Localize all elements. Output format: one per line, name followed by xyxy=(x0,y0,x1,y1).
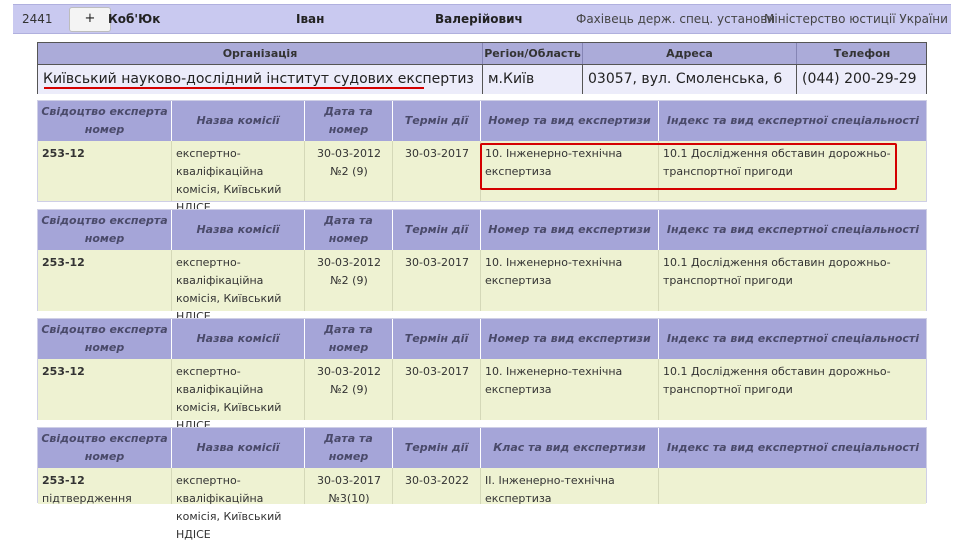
expert-ministry: Міністерство юстиції України xyxy=(764,12,948,26)
expertise-type: 10. Інженерно-технічна експертиза xyxy=(485,365,623,396)
certificate-table: Свідоцтво експерта номер Назва комісії Д… xyxy=(37,427,927,541)
term-date: 30-03-2017 xyxy=(405,256,469,269)
certificate-table: Свідоцтво експерта номер Назва комісії Д… xyxy=(37,209,927,323)
expertise-type: 10. Інженерно-технічна експертиза xyxy=(485,256,623,287)
organization-table-row: Київський науково-дослідний інститут суд… xyxy=(38,64,926,94)
decision-date-number: 30-03-2012 №2 (9) xyxy=(317,147,381,178)
decision-date-number: 30-03-2017 №3(10) xyxy=(317,474,381,505)
cert-number: 253-12 xyxy=(42,256,85,269)
header-expertise: Клас та вид експертизи xyxy=(493,441,646,454)
header-expertise: Номер та вид експертизи xyxy=(488,114,651,127)
organization-name: Київський науково-дослідний інститут суд… xyxy=(43,71,474,87)
cert-number: 253-12 xyxy=(42,147,85,160)
header-cert-number: Свідоцтво експерта номер xyxy=(41,323,168,354)
expand-button[interactable]: + xyxy=(69,7,111,32)
header-term: Термін дії xyxy=(404,223,469,236)
expert-position: Фахівець держ. спец. установи xyxy=(576,12,776,26)
certificate-table-header: Свідоцтво експерта номер Назва комісії Д… xyxy=(38,428,926,481)
highlight-underline xyxy=(44,87,424,89)
header-specialty: Індекс та вид експертної спеціальності xyxy=(666,223,920,236)
highlight-box xyxy=(480,143,897,190)
header-cert-number: Свідоцтво експерта номер xyxy=(41,214,168,245)
commission-name: експертно-кваліфікаційна комісія, Київсь… xyxy=(176,147,282,214)
expert-registry-page: 2441 + Коб'Юк Іван Валерійович Фахівець … xyxy=(0,0,962,541)
certificate-table-header: Свідоцтво експерта номер Назва комісії Д… xyxy=(38,319,926,372)
org-header-region: Регіон/Область xyxy=(484,47,581,60)
header-commission: Назва комісії xyxy=(196,114,280,127)
cert-number: 253-12 xyxy=(42,474,85,487)
expert-id: 2441 xyxy=(22,12,53,26)
header-commission: Назва комісії xyxy=(196,223,280,236)
cert-number: 253-12 xyxy=(42,365,85,378)
header-term: Термін дії xyxy=(404,441,469,454)
commission-name: експертно-кваліфікаційна комісія, Київсь… xyxy=(176,365,282,432)
certificate-table: Свідоцтво експерта номер Назва комісії Д… xyxy=(37,318,927,432)
expert-last-name: Коб'Юк xyxy=(108,12,161,26)
header-specialty: Індекс та вид експертної спеціальності xyxy=(666,332,920,345)
specialty-index: 10.1 Дослідження обставин дорожньо-транс… xyxy=(663,256,891,287)
commission-name: експертно-кваліфікаційна комісія, Київсь… xyxy=(176,256,282,323)
organization-table: Організація Регіон/Область Адреса Телефо… xyxy=(37,42,927,94)
org-header-organization: Організація xyxy=(222,47,298,60)
header-commission: Назва комісії xyxy=(196,441,280,454)
specialty-index: 10.1 Дослідження обставин дорожньо-транс… xyxy=(663,365,891,396)
term-date: 30-03-2022 xyxy=(405,474,469,487)
expert-first-name: Іван xyxy=(296,12,325,26)
term-date: 30-03-2017 xyxy=(405,147,469,160)
header-cert-number: Свідоцтво експерта номер xyxy=(41,105,168,136)
header-expertise: Номер та вид експертизи xyxy=(488,223,651,236)
header-term: Термін дії xyxy=(404,114,469,127)
header-term: Термін дії xyxy=(404,332,469,345)
cert-confirmation: підтвердження xyxy=(42,492,132,505)
decision-date-number: 30-03-2012 №2 (9) xyxy=(317,365,381,396)
specialty-index xyxy=(659,468,927,472)
decision-date-number: 30-03-2012 №2 (9) xyxy=(317,256,381,287)
organization-address: 03057, вул. Смоленська, 6 xyxy=(588,71,783,87)
header-expertise: Номер та вид експертизи xyxy=(488,332,651,345)
header-specialty: Індекс та вид експертної спеціальності xyxy=(666,114,920,127)
expertise-type: ІІ. Інженерно-технічна експертиза xyxy=(485,474,615,505)
org-header-phone: Телефон xyxy=(833,47,891,60)
header-specialty: Індекс та вид експертної спеціальності xyxy=(666,441,920,454)
expert-patronymic: Валерійович xyxy=(435,12,523,26)
commission-name: експертно-кваліфікаційна комісія, Київсь… xyxy=(176,474,282,541)
expert-header-row: 2441 + Коб'Юк Іван Валерійович Фахівець … xyxy=(13,4,951,34)
organization-region: м.Київ xyxy=(488,71,535,87)
header-cert-number: Свідоцтво експерта номер xyxy=(41,432,168,463)
organization-table-header: Організація Регіон/Область Адреса Телефо… xyxy=(38,43,926,64)
table-row: 253-12 експертно-кваліфікаційна комісія,… xyxy=(38,359,926,432)
table-row: 253-12 підтвердження експертно-кваліфіка… xyxy=(38,468,927,541)
certificate-table-header: Свідоцтво експерта номер Назва комісії Д… xyxy=(38,210,926,263)
header-commission: Назва комісії xyxy=(196,332,280,345)
org-header-address: Адреса xyxy=(666,47,713,60)
term-date: 30-03-2017 xyxy=(405,365,469,378)
table-row: 253-12 експертно-кваліфікаційна комісія,… xyxy=(38,250,926,323)
organization-phone: (044) 200-29-29 xyxy=(802,71,917,87)
certificate-table-header: Свідоцтво експерта номер Назва комісії Д… xyxy=(38,101,926,154)
